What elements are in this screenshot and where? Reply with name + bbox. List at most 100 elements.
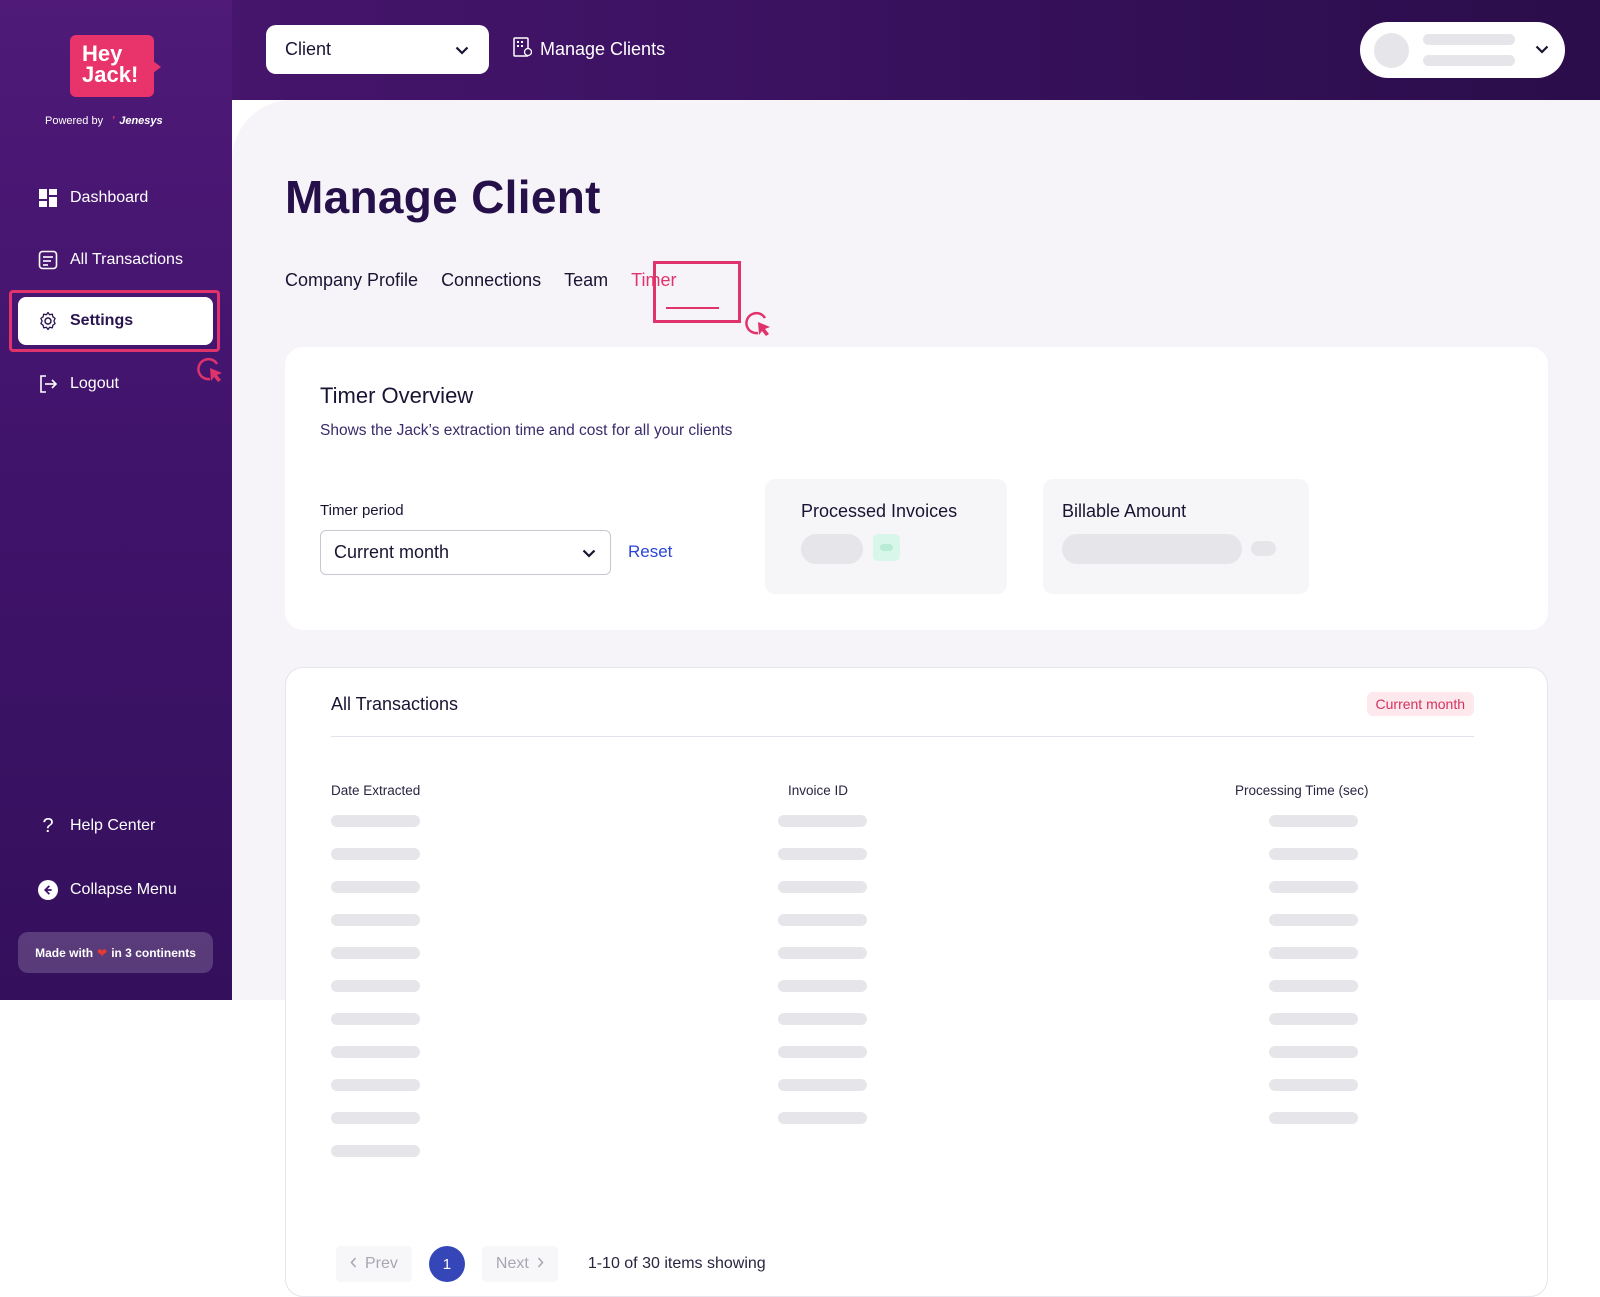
chevron-down-icon [1535,41,1549,59]
table-cell-placeholder [778,980,867,992]
table-cell-placeholder [1269,947,1358,959]
column-header-invoice-id[interactable]: Invoice ID [788,783,848,798]
timer-overview-title: Timer Overview [320,383,474,408]
table-cell-placeholder [331,980,420,992]
processed-invoices-trend-placeholder [873,534,900,561]
table-cell-placeholder [1269,1079,1358,1091]
next-page-button[interactable]: Next [481,1246,558,1282]
table-cell-placeholder [1269,815,1358,827]
table-cell-placeholder [331,1145,420,1157]
table-cell-placeholder [778,881,867,893]
sidebar-item-dashboard[interactable]: Dashboard [30,176,210,220]
table-cell-placeholder [1269,881,1358,893]
billable-amount-value-placeholder [1062,534,1242,564]
timer-period-select[interactable]: Current month [320,530,611,575]
page-number-button[interactable]: 1 [428,1246,465,1282]
question-icon: ? [42,814,54,837]
help-center-label: Help Center [70,817,156,834]
jenesys-mark-icon: ʼ [112,115,116,127]
table-cell-placeholder [1269,848,1358,860]
reset-link[interactable]: Reset [628,542,672,562]
client-select-value: Client [285,39,332,59]
table-cell-placeholder [778,914,867,926]
table-cell-placeholder [778,1079,867,1091]
table-cell-placeholder [331,1112,420,1124]
table-cell-placeholder [778,848,867,860]
arrow-left-circle-icon [38,880,58,900]
chevron-right-icon [537,1255,544,1273]
prev-label: Prev [365,1255,398,1272]
pagination-info: 1-10 of 30 items showing [587,1255,766,1272]
tab-team[interactable]: Team [564,270,608,291]
sidebar: Hey Jack! Powered by ʼ Jenesys Dashboard … [0,0,232,1000]
sidebar-item-label: Dashboard [70,189,149,206]
powered-by: Powered by ʼ Jenesys [45,115,163,127]
client-select[interactable]: Client [266,25,489,74]
all-transactions-card: All Transactions Current month Date Extr… [285,667,1548,1297]
table-cell-placeholder [1269,1046,1358,1058]
table-cell-placeholder [331,815,420,827]
building-icon [513,37,533,62]
help-center-link[interactable]: ? Help Center [30,804,210,848]
collapse-menu-button[interactable]: Collapse Menu [30,868,210,912]
table-cell-placeholder [331,1013,420,1025]
processed-invoices-stat: Processed Invoices [765,479,1007,594]
avatar [1374,32,1409,68]
user-info-placeholder [1423,34,1515,66]
table-cell-placeholder [331,1046,420,1058]
heart-icon: ❤ [97,945,108,960]
billable-amount-stat: Billable Amount [1043,479,1309,594]
logo-line-1: Hey [82,41,123,66]
billable-amount-label: Billable Amount [1062,501,1187,521]
chevron-down-icon [455,39,469,60]
table-cell-placeholder [778,815,867,827]
settings-highlight [9,290,220,352]
tab-connections[interactable]: Connections [441,270,541,291]
logo-line-2: Jack! [82,62,139,87]
logout-icon [38,374,58,394]
logo[interactable]: Hey Jack! [70,35,161,97]
made-with-suffix: in 3 continents [111,945,196,960]
chevron-down-icon [582,542,596,563]
table-cell-placeholder [1269,980,1358,992]
processed-invoices-label: Processed Invoices [801,501,958,521]
pagination: Prev 1 Next 1-10 of 30 items showing [336,1246,766,1282]
timer-tab-highlight [653,261,741,323]
table-cell-placeholder [778,1046,867,1058]
user-role-placeholder [1423,55,1515,66]
tab-company-profile[interactable]: Company Profile [285,270,418,291]
click-cursor-icon [745,310,773,343]
table-cell-placeholder [1269,914,1358,926]
table-cell-placeholder [331,881,420,893]
sidebar-item-label: Logout [70,375,119,392]
chevron-left-icon [350,1255,357,1273]
column-header-processing-time[interactable]: Processing Time (sec) [1235,783,1369,798]
user-name-placeholder [1423,34,1515,45]
transactions-icon [38,250,58,270]
click-cursor-icon [197,356,225,389]
table-cell-placeholder [331,1079,420,1091]
sidebar-item-label: All Transactions [70,251,183,268]
manage-clients-link[interactable]: Manage Clients [513,37,665,62]
billable-amount-unit-placeholder [1251,541,1276,556]
timer-period-label: Timer period [320,502,404,519]
made-with-badge: Made with ❤ in 3 continents [18,932,213,973]
table-cell-placeholder [331,914,420,926]
sidebar-item-logout[interactable]: Logout [30,362,210,406]
table-cell-placeholder [778,1112,867,1124]
next-label: Next [495,1255,529,1272]
dashboard-icon [38,188,58,208]
manage-clients-label: Manage Clients [540,39,666,59]
tab-bar: Company Profile Connections Team Timer [285,270,676,291]
sidebar-item-all-transactions[interactable]: All Transactions [30,238,210,282]
made-with-prefix: Made with [35,945,94,960]
column-header-date-extracted[interactable]: Date Extracted [331,783,420,798]
timer-overview-subtitle: Shows the Jack’s extraction time and cos… [320,422,733,439]
table-cell-placeholder [1269,1112,1358,1124]
timer-period-value: Current month [334,542,450,562]
user-menu[interactable] [1360,22,1565,78]
logo-tail [153,61,161,73]
table-cell-placeholder [1269,1013,1358,1025]
prev-page-button[interactable]: Prev [336,1246,412,1282]
period-badge: Current month [1366,692,1474,716]
